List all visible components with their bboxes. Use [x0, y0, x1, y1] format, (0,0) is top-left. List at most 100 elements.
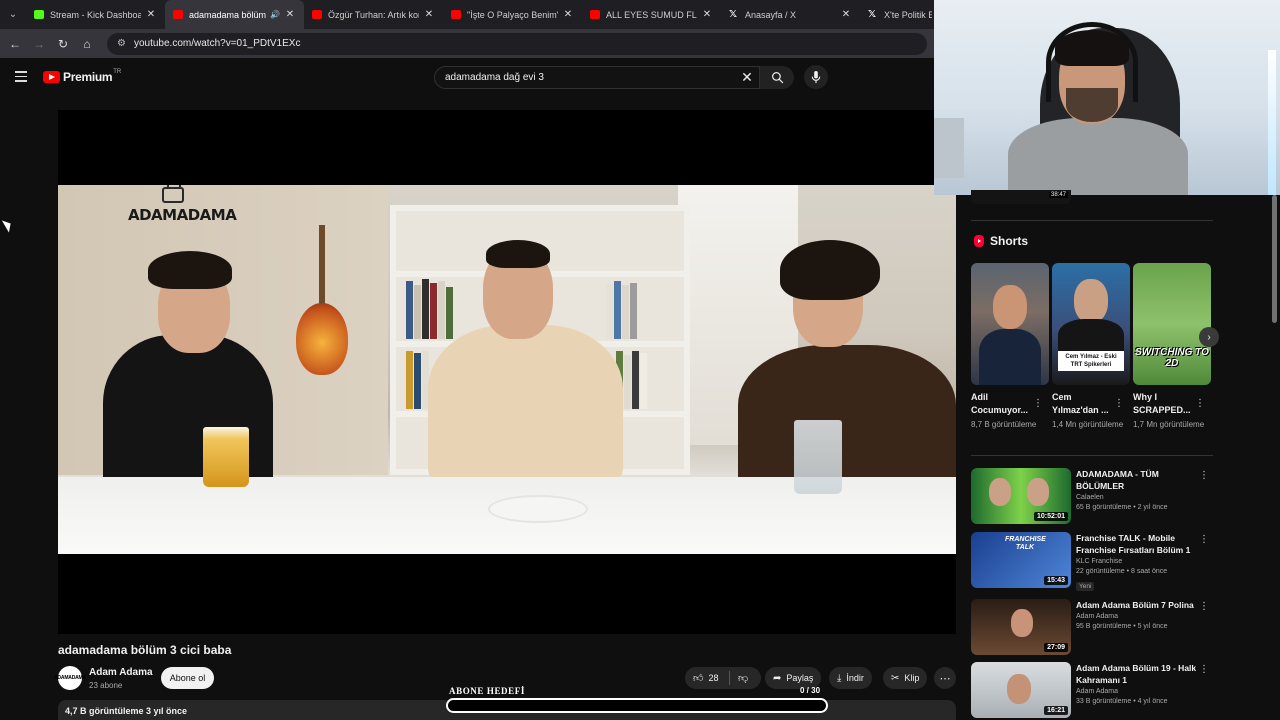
video-frame: ADAMADAMA — [58, 185, 956, 554]
video-duration: 10:52:01 — [1033, 512, 1068, 521]
video-title[interactable]: Adam Adama Bölüm 7 Polina — [1076, 599, 1198, 611]
person-middle — [428, 325, 623, 485]
channel-name[interactable]: Adam Adama — [1076, 613, 1198, 620]
like-button[interactable]: 👍︎ 28 — [685, 667, 726, 689]
browser-tab[interactable]: "İşte O Palyaço Benim" Kı ✕ — [443, 0, 582, 29]
close-tab-icon[interactable]: ✕ — [701, 9, 713, 20]
short-views: 1,4 Mn görüntüleme — [1052, 420, 1124, 429]
recommended-video[interactable]: 27:09 Adam Adama Bölüm 7 Polina Adam Ada… — [971, 599, 1213, 659]
browser-tab[interactable]: Stream - Kick Dashboard ✕ — [26, 0, 165, 29]
close-tab-icon[interactable]: ✕ — [562, 9, 574, 20]
like-count: 28 — [708, 673, 719, 683]
short-title[interactable]: Cem Yılmaz'dan ... — [1052, 391, 1114, 417]
search-button[interactable] — [760, 66, 794, 89]
more-vert-icon[interactable]: ⋮ — [1114, 398, 1124, 409]
subscriber-goal-bar — [446, 698, 828, 713]
recommended-video[interactable]: FRANCHISE TALK 15:43 Franchise TALK - Mo… — [971, 532, 1213, 594]
recommended-video[interactable]: 16:21 Adam Adama Bölüm 19 - Halk Kahrama… — [971, 662, 1213, 720]
dislike-button[interactable]: 👎︎ — [730, 667, 756, 689]
site-info-icon[interactable]: ⚙ — [117, 38, 126, 49]
speaker-icon[interactable]: 🔊 — [270, 10, 280, 19]
video-meta: 65 B görüntüleme • 2 yıl önce — [1076, 504, 1168, 511]
close-tab-icon[interactable]: ✕ — [840, 9, 852, 20]
video-player[interactable]: ADAMADAMA — [58, 110, 956, 634]
logo-text: Premium — [63, 70, 113, 84]
reload-icon[interactable]: ↻ — [51, 37, 75, 51]
tab-title: Özgür Turhan: Artık kome — [328, 9, 419, 20]
video-title[interactable]: Franchise TALK - Mobile Franchise Fırsat… — [1076, 532, 1198, 556]
more-vert-icon[interactable]: ⋮ — [1199, 601, 1209, 612]
search-input[interactable]: adamadama dağ evi 3 — [434, 66, 760, 89]
channel-name[interactable]: Adam Adama — [1076, 688, 1198, 695]
sidebar-video-thumbnail[interactable]: 38:47 — [971, 190, 1071, 204]
more-vert-icon[interactable]: ⋮ — [1033, 398, 1043, 409]
streamer-shirt — [1008, 118, 1188, 195]
short-item[interactable]: Cem Yılmaz - Eski TRT Spikerleri Cem Yıl… — [1052, 263, 1130, 431]
video-title[interactable]: ADAMADAMA - TÜM BÖLÜMLER — [1076, 468, 1198, 492]
more-actions-button[interactable]: ⋯ — [934, 667, 956, 689]
video-info: Adam Adama Bölüm 19 - Halk Kahramanı 1 A… — [1076, 662, 1198, 705]
close-tab-icon[interactable]: ✕ — [284, 9, 296, 20]
channel-name[interactable]: Adam Adama — [89, 667, 153, 678]
youtube-logo[interactable]: Premium TR — [43, 69, 121, 84]
short-item[interactable]: SWITCHING TO 2D Why I SCRAPPED... 1,7 Mn… — [1133, 263, 1211, 431]
short-thumbnail[interactable]: SWITCHING TO 2D — [1133, 263, 1211, 385]
download-icon: ⤓ — [837, 672, 842, 684]
short-item[interactable]: Adil Cocumuyor... 8,7 B görüntüleme ⋮ — [971, 263, 1049, 431]
video-thumbnail[interactable]: 27:09 — [971, 599, 1071, 655]
close-tab-icon[interactable]: ✕ — [145, 9, 157, 20]
download-button[interactable]: ⤓ İndir — [829, 667, 872, 689]
video-thumbnail[interactable]: FRANCHISE TALK 15:43 — [971, 532, 1071, 588]
video-title[interactable]: Adam Adama Bölüm 19 - Halk Kahramanı 1 — [1076, 662, 1198, 686]
tab-title: Stream - Kick Dashboard — [50, 9, 141, 20]
youtube-play-icon — [43, 71, 60, 83]
browser-tab[interactable]: 𝕏 X'te Politik Edits — [860, 0, 940, 29]
youtube-favicon-icon — [590, 10, 600, 19]
shorts-header: Shorts — [974, 234, 1028, 248]
browser-tab-active[interactable]: adamadama bölüm 3 🔊 ✕ — [165, 0, 304, 29]
close-tab-icon[interactable]: ✕ — [423, 9, 435, 20]
rgb-light — [1268, 50, 1276, 195]
person-right-hair — [780, 240, 880, 300]
tab-title: ALL EYES SUMUD FLOTILL — [606, 9, 697, 20]
url-text: youtube.com/watch?v=01_PDtV1EXc — [133, 38, 301, 49]
menu-hamburger-icon[interactable] — [15, 71, 27, 82]
search-icon — [771, 72, 783, 84]
video-thumbnail[interactable]: 16:21 — [971, 662, 1071, 718]
browser-tab[interactable]: Özgür Turhan: Artık kome ✕ — [304, 0, 443, 29]
voice-search-button[interactable] — [804, 65, 828, 89]
short-thumbnail[interactable]: Cem Yılmaz - Eski TRT Spikerleri — [1052, 263, 1130, 385]
forward-arrow-icon[interactable]: → — [27, 37, 51, 51]
browser-tab[interactable]: ALL EYES SUMUD FLOTILL ✕ — [582, 0, 721, 29]
video-thumbnail[interactable]: 10:52:01 — [971, 468, 1071, 524]
subscriber-goal-label: ABONE HEDEFİ — [449, 686, 525, 696]
home-icon[interactable]: ⌂ — [75, 37, 99, 51]
more-vert-icon[interactable]: ⋮ — [1195, 398, 1205, 409]
back-arrow-icon[interactable]: ← — [3, 37, 27, 51]
clear-search-icon[interactable]: ✕ — [736, 66, 758, 89]
more-vert-icon[interactable]: ⋮ — [1199, 664, 1209, 675]
views-and-date: 4,7 B görüntüleme 3 yıl önce — [65, 706, 188, 716]
channel-name[interactable]: Calaelen — [1076, 494, 1198, 501]
more-dots-icon: ⋯ — [939, 672, 951, 685]
shorts-next-button[interactable]: › — [1199, 327, 1219, 347]
short-title[interactable]: Adil Cocumuyor... — [971, 391, 1033, 417]
tab-search-chevron-icon[interactable]: ⌄ — [0, 0, 26, 29]
address-bar[interactable]: ⚙ youtube.com/watch?v=01_PDtV1EXc — [107, 32, 927, 55]
browser-tab[interactable]: 𝕏 Anasayfa / X ✕ — [721, 0, 860, 29]
subscribe-button[interactable]: Abone ol — [161, 667, 214, 689]
person-middle-hair — [486, 240, 550, 268]
sidebar-scrollbar[interactable] — [1272, 195, 1277, 323]
more-vert-icon[interactable]: ⋮ — [1199, 470, 1209, 481]
short-title[interactable]: Why I SCRAPPED... — [1133, 391, 1195, 417]
channel-avatar[interactable]: ADAMADAMA — [54, 666, 86, 690]
headset — [1046, 22, 1138, 102]
more-vert-icon[interactable]: ⋮ — [1199, 534, 1209, 545]
recommended-video[interactable]: 10:52:01 ADAMADAMA - TÜM BÖLÜMLER Calael… — [971, 468, 1213, 528]
short-thumbnail[interactable] — [971, 263, 1049, 385]
video-meta: 22 görüntüleme • 8 saat önce — [1076, 568, 1168, 575]
channel-name[interactable]: KLC Franchise — [1076, 558, 1198, 565]
clip-button[interactable]: ✂ Klip — [883, 667, 928, 689]
screen: ⌄ Stream - Kick Dashboard ✕ adamadama bö… — [0, 0, 1280, 720]
youtube-favicon-icon — [312, 10, 322, 19]
